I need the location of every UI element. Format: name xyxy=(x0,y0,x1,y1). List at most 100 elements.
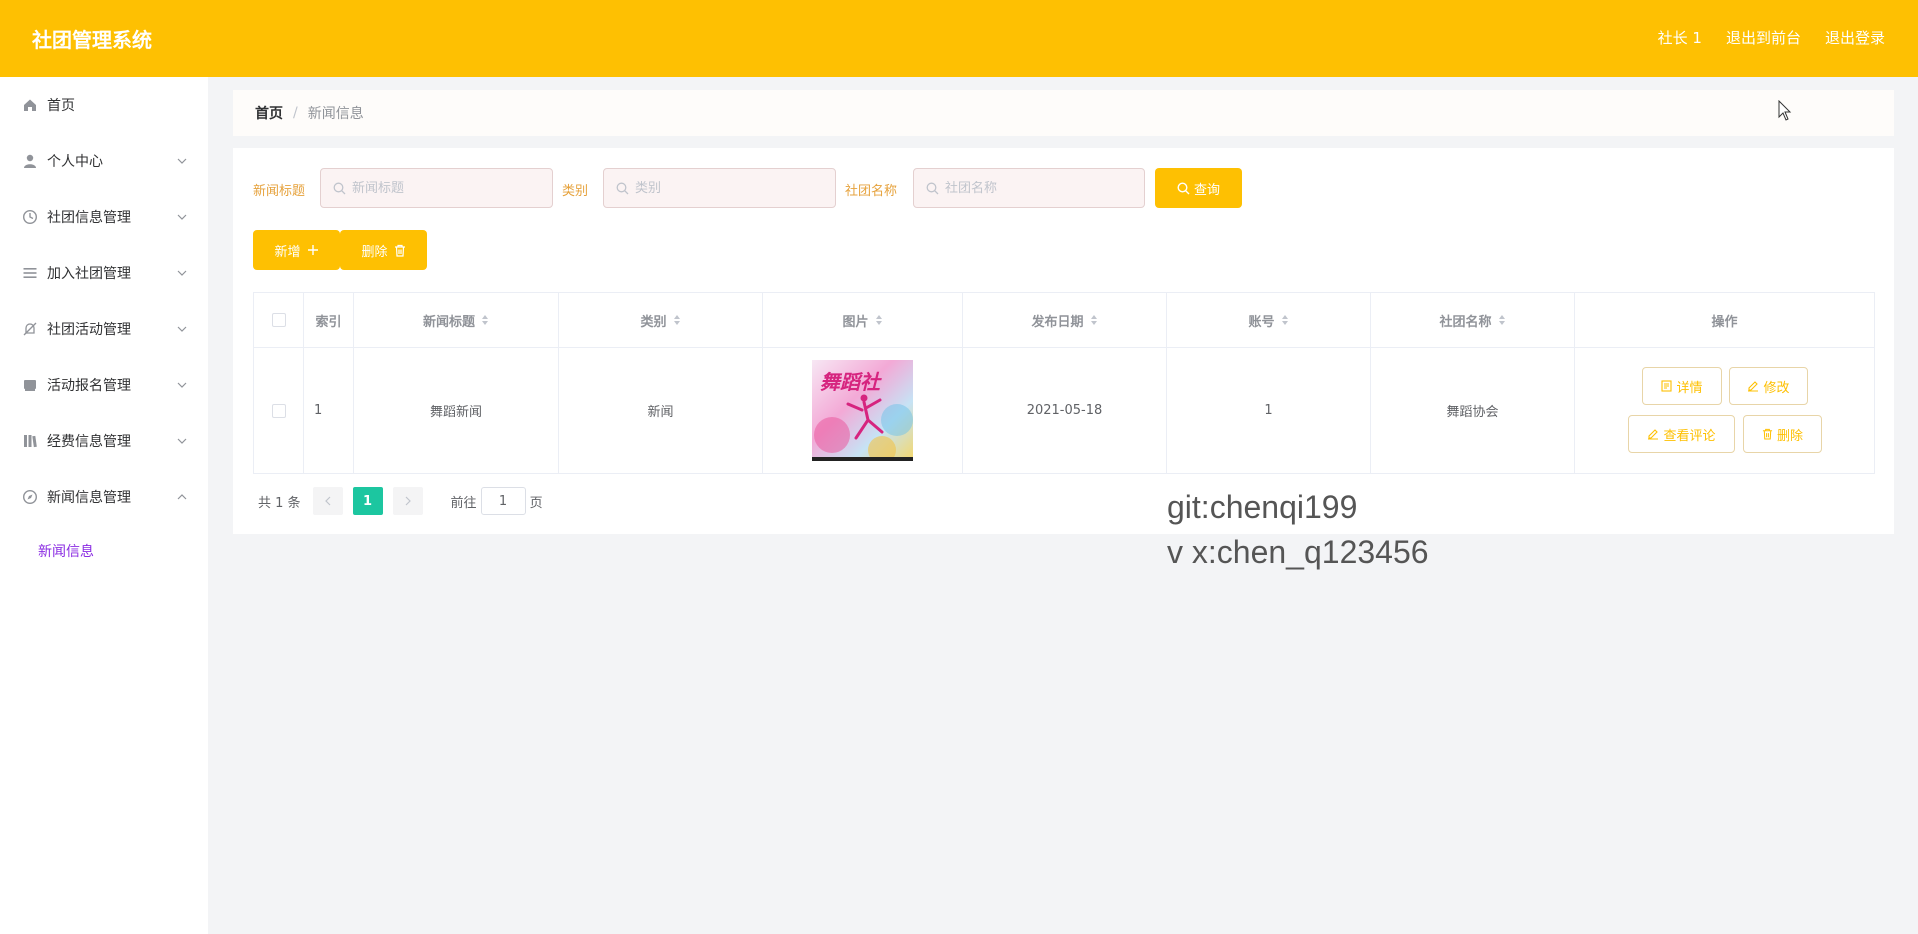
sidebar-item-label: 首页 xyxy=(47,98,75,114)
breadcrumb-separator: / xyxy=(293,105,298,121)
news-thumbnail[interactable]: 舞蹈社 xyxy=(812,360,913,461)
row-checkbox[interactable] xyxy=(271,403,286,418)
search-icon xyxy=(616,182,629,194)
cell-account-value: 1 xyxy=(1264,403,1273,418)
bell-off-icon xyxy=(23,322,37,336)
detail-button[interactable]: 详情 xyxy=(1642,367,1722,405)
club-name-label: 社团名称 xyxy=(845,184,898,199)
view-comments-button-label: 查看评论 xyxy=(1663,428,1716,444)
receipt-icon xyxy=(24,380,36,391)
sidebar-item-personal-center[interactable]: 个人中心 xyxy=(0,133,208,189)
sort-icon[interactable] xyxy=(1090,314,1098,326)
add-button[interactable]: 新增 xyxy=(253,230,340,270)
edit-icon xyxy=(1748,381,1759,392)
select-all-checkbox[interactable] xyxy=(271,313,286,327)
user-name-link[interactable]: 社长 1 xyxy=(1658,27,1702,48)
club-name-search[interactable] xyxy=(913,168,1145,208)
view-comments-button[interactable]: 查看评论 xyxy=(1628,415,1735,453)
exit-to-frontend-link[interactable]: 退出到前台 xyxy=(1726,27,1801,48)
page-1-button[interactable]: 1 xyxy=(352,487,383,515)
goto-label: 前往 xyxy=(450,495,477,511)
cell-club-name: 舞蹈协会 xyxy=(1371,348,1575,473)
club-name-input[interactable] xyxy=(945,180,1095,196)
document-icon xyxy=(1661,380,1673,392)
header-account[interactable]: 账号 xyxy=(1167,293,1371,347)
header-operations: 操作 xyxy=(1575,293,1874,347)
header-news-title-label: 新闻标题 xyxy=(422,314,475,330)
pagination: 共 1 条 1 前往 1 页 xyxy=(258,487,543,515)
sidebar-item-club-activity[interactable]: 社团活动管理 xyxy=(0,301,208,357)
sort-icon[interactable] xyxy=(875,314,883,326)
header-publish-date-label: 发布日期 xyxy=(1031,314,1084,330)
cell-category: 新闻 xyxy=(559,348,763,473)
query-button-label: 查询 xyxy=(1193,182,1220,198)
cell-club-name-value: 舞蹈协会 xyxy=(1446,405,1499,420)
chevron-down-icon xyxy=(177,214,187,220)
sidebar-item-funding[interactable]: 经费信息管理 xyxy=(0,413,208,469)
prev-page-button[interactable] xyxy=(312,487,343,515)
category-input[interactable] xyxy=(635,180,785,196)
cell-index: 1 xyxy=(304,348,354,473)
cell-index-value: 1 xyxy=(314,403,323,418)
sidebar-subitem-news-info[interactable]: 新闻信息 xyxy=(0,531,208,571)
sort-icon[interactable] xyxy=(1281,314,1289,326)
home-icon xyxy=(24,99,36,111)
sidebar-item-label: 社团信息管理 xyxy=(47,210,131,226)
add-button-label: 新增 xyxy=(274,244,301,260)
cell-news-title-value: 舞蹈新闻 xyxy=(429,405,482,420)
sidebar-item-label: 社团活动管理 xyxy=(47,322,131,338)
chevron-down-icon xyxy=(177,270,187,276)
trash-icon xyxy=(394,244,405,257)
header-index-label: 索引 xyxy=(315,314,342,330)
pagination-total: 共 1 条 xyxy=(258,495,301,511)
goto-page-input[interactable]: 1 xyxy=(480,487,526,515)
cell-publish-date-value: 2021-05-18 xyxy=(1026,403,1103,418)
sort-icon[interactable] xyxy=(1498,314,1506,326)
sidebar-item-activity-signup[interactable]: 活动报名管理 xyxy=(0,357,208,413)
top-header: 社团管理系统 社长 1 退出到前台 退出登录 xyxy=(0,0,1918,77)
row-delete-button-label: 删除 xyxy=(1776,428,1803,444)
sidebar-item-label: 活动报名管理 xyxy=(47,378,131,394)
category-search[interactable] xyxy=(603,168,836,208)
cell-account: 1 xyxy=(1167,348,1371,473)
news-title-input[interactable] xyxy=(352,180,502,196)
sidebar: 首页 个人中心 社团信息管理 加入社团管理 社团活动管理 活动报名管理 经费信息… xyxy=(0,77,208,934)
chevron-down-icon xyxy=(177,326,187,332)
header-publish-date[interactable]: 发布日期 xyxy=(963,293,1167,347)
sidebar-item-home[interactable]: 首页 xyxy=(0,77,208,133)
sidebar-item-news[interactable]: 新闻信息管理 xyxy=(0,469,208,525)
chevron-down-icon xyxy=(177,438,187,444)
sidebar-item-join-club[interactable]: 加入社团管理 xyxy=(0,245,208,301)
sidebar-item-club-info[interactable]: 社团信息管理 xyxy=(0,189,208,245)
chevron-down-icon xyxy=(177,158,187,164)
breadcrumb-home[interactable]: 首页 xyxy=(255,103,283,123)
edit-icon xyxy=(1648,429,1659,440)
watermark-line-2: v x:chen_q123456 xyxy=(1167,534,1429,570)
sort-icon[interactable] xyxy=(481,314,489,326)
news-title-search[interactable] xyxy=(320,168,553,208)
watermark-line-1: git:chenqi199 xyxy=(1167,489,1358,525)
sort-icon[interactable] xyxy=(673,314,681,326)
app-title: 社团管理系统 xyxy=(32,28,152,52)
header-club-name[interactable]: 社团名称 xyxy=(1371,293,1575,347)
query-button[interactable]: 查询 xyxy=(1155,168,1242,208)
row-delete-button[interactable]: 删除 xyxy=(1743,415,1822,453)
header-category[interactable]: 类别 xyxy=(559,293,763,347)
header-operations-label: 操作 xyxy=(1711,314,1738,330)
select-all-cell xyxy=(254,293,304,347)
poster-text: 舞蹈社 xyxy=(820,370,880,394)
edit-button[interactable]: 修改 xyxy=(1729,367,1808,405)
delete-button[interactable]: 删除 xyxy=(340,230,427,270)
cell-news-title: 舞蹈新闻 xyxy=(354,348,559,473)
row-select-cell xyxy=(254,348,304,473)
header-links: 社长 1 退出到前台 退出登录 xyxy=(1658,27,1885,48)
header-news-title[interactable]: 新闻标题 xyxy=(354,293,559,347)
cell-category-value: 新闻 xyxy=(647,405,674,420)
cell-publish-date: 2021-05-18 xyxy=(963,348,1167,473)
sidebar-item-label: 加入社团管理 xyxy=(47,266,131,282)
delete-button-label: 删除 xyxy=(361,244,388,260)
header-category-label: 类别 xyxy=(640,314,667,330)
next-page-button[interactable] xyxy=(392,487,423,515)
logout-link[interactable]: 退出登录 xyxy=(1825,27,1885,48)
header-image[interactable]: 图片 xyxy=(763,293,963,347)
